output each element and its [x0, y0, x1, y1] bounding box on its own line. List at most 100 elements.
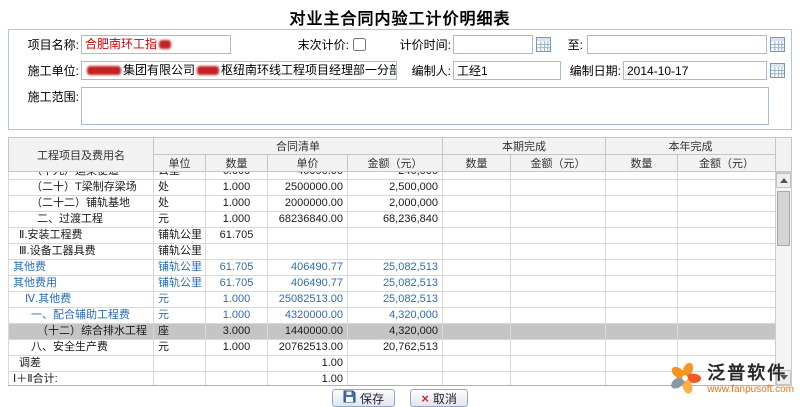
row-name-cell: （十二）综合排水工程（含给: [9, 324, 154, 340]
fanpu-flower-icon: [668, 361, 702, 398]
row-value-cell: 6.000: [206, 172, 268, 180]
scope-textarea[interactable]: [81, 87, 769, 125]
scrollbar-thumb[interactable]: [777, 191, 790, 246]
row-value-cell: [443, 228, 511, 244]
row-value-cell: 1440000.00: [268, 324, 348, 340]
row-value-cell: [348, 228, 443, 244]
project-name-label: 项目名称:: [15, 35, 79, 55]
row-value-cell: 元: [154, 308, 206, 324]
valuation-time-to-input[interactable]: [587, 35, 767, 54]
cancel-button-label: 取消: [433, 390, 457, 407]
row-value-cell: [511, 276, 606, 292]
table-row[interactable]: （二十二）铺轨基地处1.0002000000.002,000,000: [9, 196, 776, 212]
row-value-cell: [606, 212, 678, 228]
col-header-item-name: 工程项目及费用名: [9, 138, 154, 172]
table-row[interactable]: （十九）运梁便道公里6.00040000.00240,000: [9, 172, 776, 180]
row-value-cell: 1.000: [206, 196, 268, 212]
vertical-scrollbar[interactable]: [775, 172, 792, 386]
save-icon: [343, 390, 356, 406]
save-button[interactable]: 保存: [332, 389, 395, 407]
row-value-cell: [606, 172, 678, 180]
col-group-current-year: 本年完成: [606, 138, 776, 155]
row-value-cell: [606, 180, 678, 196]
row-value-cell: [511, 228, 606, 244]
table-row[interactable]: Ⅲ.设备工器具费铺轨公里: [9, 244, 776, 260]
row-value-cell: [443, 180, 511, 196]
table-row[interactable]: 八、安全生产费元1.00020762513.0020,762,513: [9, 340, 776, 356]
construction-unit-part2: 枢纽南环线工程项目经理部一分部: [221, 63, 397, 77]
row-value-cell: 座: [154, 324, 206, 340]
table-row[interactable]: （十二）综合排水工程（含给座3.0001440000.004,320,000: [9, 324, 776, 340]
row-value-cell: [511, 292, 606, 308]
valuation-time-input[interactable]: [453, 35, 533, 54]
row-value-cell: [443, 372, 511, 387]
col-header-qty: 数量: [443, 155, 511, 172]
row-value-cell: 4,320,000: [348, 324, 443, 340]
row-value-cell: 元: [154, 292, 206, 308]
row-value-cell: 1.000: [206, 292, 268, 308]
calendar-icon[interactable]: [770, 63, 785, 78]
row-value-cell: 20762513.00: [268, 340, 348, 356]
row-value-cell: [443, 308, 511, 324]
row-value-cell: [511, 324, 606, 340]
row-value-cell: [511, 308, 606, 324]
calendar-icon[interactable]: [536, 37, 551, 52]
table-row[interactable]: （二十）T梁制存梁场处1.0002500000.002,500,000: [9, 180, 776, 196]
project-name-input[interactable]: 合肥南环工指: [81, 35, 231, 54]
table-row[interactable]: 一、配合辅助工程费元1.0004320000.004,320,000: [9, 308, 776, 324]
construction-unit-input[interactable]: 集团有限公司 枢纽南环线工程项目经理部一分部: [81, 61, 397, 80]
row-name-cell: 八、安全生产费: [9, 340, 154, 356]
header-scroll-filler: [775, 137, 792, 172]
construction-unit-part1: 集团有限公司: [123, 63, 195, 77]
row-value-cell: 68236840.00: [268, 212, 348, 228]
row-value-cell: 铺轨公里: [154, 244, 206, 260]
scroll-up-arrow-icon[interactable]: [776, 173, 791, 188]
compiler-input[interactable]: [453, 61, 561, 80]
calendar-icon[interactable]: [770, 37, 785, 52]
row-value-cell: [678, 228, 776, 244]
col-header-qty: 数量: [206, 155, 268, 172]
row-value-cell: [678, 212, 776, 228]
to-label: 至:: [561, 35, 583, 55]
col-group-contract: 合同清单: [154, 138, 443, 155]
row-value-cell: [678, 340, 776, 356]
save-button-label: 保存: [360, 390, 384, 407]
row-value-cell: [443, 276, 511, 292]
row-value-cell: [606, 244, 678, 260]
row-value-cell: 公里: [154, 172, 206, 180]
row-value-cell: [206, 372, 268, 387]
col-header-unit: 单位: [154, 155, 206, 172]
table-row[interactable]: 二、过渡工程元1.00068236840.0068,236,840: [9, 212, 776, 228]
table-row[interactable]: 其他费铺轨公里61.705406490.7725,082,513: [9, 260, 776, 276]
row-value-cell: 处: [154, 180, 206, 196]
table-row[interactable]: Ⅱ.安装工程费铺轨公里61.705: [9, 228, 776, 244]
table-row[interactable]: Ⅳ.其他费元1.00025082513.0025,082,513: [9, 292, 776, 308]
col-group-current-period: 本期完成: [443, 138, 606, 155]
row-value-cell: 元: [154, 212, 206, 228]
construction-unit-label: 施工单位:: [15, 61, 79, 81]
final-valuation-checkbox[interactable]: [353, 38, 366, 51]
col-header-amount: 金额（元）: [511, 155, 606, 172]
vendor-url[interactable]: www.fanpusoft.com: [707, 384, 794, 396]
row-value-cell: 2500000.00: [268, 180, 348, 196]
row-value-cell: [154, 372, 206, 387]
row-value-cell: 处: [154, 196, 206, 212]
row-value-cell: [511, 172, 606, 180]
row-value-cell: [443, 292, 511, 308]
row-value-cell: [348, 244, 443, 260]
table-row[interactable]: Ⅰ＋Ⅱ合计: 1.00: [9, 372, 776, 387]
row-value-cell: 1.00: [268, 372, 348, 387]
compile-date-label: 编制日期:: [557, 61, 621, 81]
row-name-cell: Ⅰ＋Ⅱ合计:: [9, 372, 154, 387]
row-value-cell: [606, 276, 678, 292]
cancel-button[interactable]: × 取消: [410, 389, 468, 407]
row-value-cell: 25,082,513: [348, 260, 443, 276]
row-name-cell: （二十）T梁制存梁场: [9, 180, 154, 196]
table-row[interactable]: 调差1.00: [9, 356, 776, 372]
compile-date-input[interactable]: [623, 61, 767, 80]
redacted-text: [197, 66, 219, 75]
col-header-price: 单价: [268, 155, 348, 172]
table-row[interactable]: 其他费用铺轨公里61.705406490.7725,082,513: [9, 276, 776, 292]
row-value-cell: [678, 276, 776, 292]
row-value-cell: [606, 228, 678, 244]
